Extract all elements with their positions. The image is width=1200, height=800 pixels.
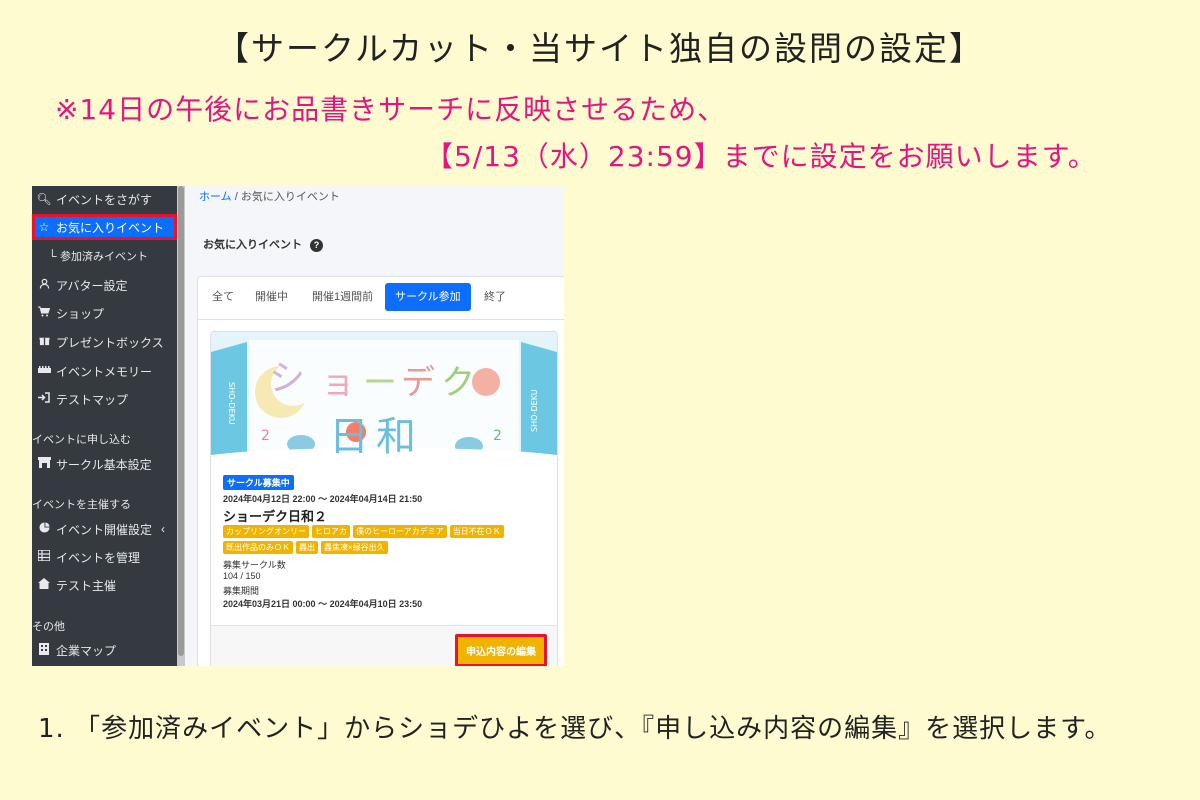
deadline-note-line1: ※14日の午後にお品書きサーチに反映させるため、 bbox=[55, 93, 727, 126]
svg-text:ク: ク bbox=[441, 363, 475, 403]
cart-icon bbox=[36, 306, 52, 320]
sidebar-scrollbar[interactable] bbox=[177, 186, 185, 666]
svg-text:2: 2 bbox=[493, 428, 502, 444]
sidebar-item-label: ショップ bbox=[56, 306, 105, 321]
tag-badge: 既出作品のみＯＫ bbox=[223, 541, 293, 554]
tab-ongoing[interactable]: 開催中 bbox=[245, 283, 298, 311]
sidebar: 🔍︎ イベントをさがす ☆ お気に入りイベント └ 参加済みイベント アバター設… bbox=[32, 186, 177, 666]
star-icon: ☆ bbox=[38, 220, 50, 234]
sidebar-item-label: お気に入りイベント bbox=[56, 220, 165, 235]
enter-icon bbox=[36, 392, 52, 406]
tab-circle-participation[interactable]: サークル参加 bbox=[385, 283, 471, 311]
sidebar-item-event-host-settings[interactable]: イベント開催設定 ‹ bbox=[32, 516, 177, 542]
scrollbar-thumb[interactable] bbox=[178, 186, 184, 656]
breadcrumb: ホーム / お気に入りイベント bbox=[199, 188, 340, 204]
page-title: お気に入りイベント? bbox=[203, 236, 323, 252]
event-title: ショーデク日和２ bbox=[223, 509, 328, 524]
svg-text:ョ: ョ bbox=[321, 363, 355, 403]
tag-badge: 僕のヒーローアカデミア bbox=[353, 525, 447, 538]
search-icon: 🔍︎ bbox=[36, 192, 52, 206]
sidebar-item-label: イベントをさがす bbox=[56, 192, 153, 207]
home-icon bbox=[36, 578, 52, 592]
deadline-note-line2: 【5/13（水）23:59】までに設定をお願いします。 bbox=[425, 140, 1097, 173]
svg-text:デ: デ bbox=[401, 363, 435, 403]
sidebar-item-label: テスト主催 bbox=[56, 578, 117, 593]
tag-badge: 轟出 bbox=[296, 541, 318, 554]
sidebar-item-test-map[interactable]: テストマップ bbox=[32, 386, 177, 412]
user-icon bbox=[36, 278, 52, 292]
sidebar-item-label: イベントメモリー bbox=[56, 364, 153, 379]
recruit-period-label: 募集期間 bbox=[223, 586, 260, 596]
sidebar-item-label: プレゼントボックス bbox=[56, 335, 164, 350]
sidebar-item-label: 企業マップ bbox=[56, 643, 117, 658]
svg-text:ー: ー bbox=[363, 363, 397, 403]
memory-icon bbox=[36, 364, 52, 378]
event-tabs: 全て 開催中 開催1週間前 サークル参加 終了 bbox=[198, 277, 564, 320]
sidebar-item-label: 参加済みイベント bbox=[60, 251, 148, 263]
breadcrumb-separator: / bbox=[234, 191, 238, 203]
sidebar-item-label: イベントを管理 bbox=[56, 550, 141, 565]
chevron-left-icon: ‹ bbox=[161, 522, 165, 536]
sidebar-item-circle-settings[interactable]: サークル基本設定 bbox=[32, 451, 177, 477]
breadcrumb-current: お気に入りイベント bbox=[240, 191, 340, 203]
sidebar-section-other: その他 bbox=[32, 621, 65, 633]
status-badge: サークル募集中 bbox=[223, 475, 294, 490]
svg-text:2: 2 bbox=[261, 428, 270, 444]
tag-badge: 当日不在ＯＫ bbox=[449, 525, 504, 538]
svg-text:和: 和 bbox=[376, 414, 416, 460]
tag-badge: ヒロアカ bbox=[312, 525, 350, 538]
sidebar-item-joined-events[interactable]: └ 参加済みイベント bbox=[32, 243, 177, 269]
sidebar-item-avatar-settings[interactable]: アバター設定 bbox=[32, 272, 177, 298]
sidebar-item-company-map[interactable]: 企業マップ bbox=[32, 637, 177, 663]
svg-text:SHO-DEKU: SHO-DEKU bbox=[227, 382, 236, 425]
tab-one-week-before[interactable]: 開催1週間前 bbox=[302, 283, 383, 311]
edit-application-button[interactable]: 申込内容の編集 bbox=[455, 634, 547, 666]
building-icon bbox=[36, 642, 52, 658]
recruit-period: 2024年03月21日 00:00 ～ 2024年04月10日 23:50 bbox=[223, 599, 423, 609]
sub-arrow-icon: └ bbox=[48, 249, 57, 263]
event-period: 2024年04月12日 22:00 ～ 2024年04月14日 21:50 bbox=[223, 494, 423, 504]
event-banner-image: シ ョ ー デ ク 日 和 2 2 SHO-DEKU SHO-DEKU bbox=[211, 332, 557, 465]
sidebar-item-label: イベント開催設定 bbox=[56, 522, 153, 537]
tag-badge: 轟焦凍×緑谷出久 bbox=[321, 541, 388, 554]
svg-text:SHO-DEKU: SHO-DEKU bbox=[530, 389, 539, 432]
help-icon[interactable]: ? bbox=[310, 238, 323, 252]
sidebar-section-apply: イベントに申し込む bbox=[32, 434, 131, 446]
main-content: ホーム / お気に入りイベント お気に入りイベント? 全て 開催中 開催1週間前… bbox=[185, 186, 564, 666]
store-icon bbox=[36, 457, 52, 471]
sidebar-item-manage-events[interactable]: イベントを管理 bbox=[32, 544, 177, 570]
instruction-text: 1. 「参加済みイベント」からショデひよを選び、『申し込み内容の編集』を選択しま… bbox=[38, 714, 1112, 744]
event-card-footer: 申込内容の編集 bbox=[211, 625, 557, 666]
tag-badge: カップリングオンリー bbox=[223, 525, 309, 538]
svg-text:日: 日 bbox=[329, 414, 369, 460]
screenshot-panel: 🔍︎ イベントをさがす ☆ お気に入りイベント └ 参加済みイベント アバター設… bbox=[32, 186, 564, 666]
gift-icon bbox=[36, 335, 52, 349]
event-card[interactable]: シ ョ ー デ ク 日 和 2 2 SHO-DEKU SHO-DEKU サークル… bbox=[210, 331, 558, 666]
sidebar-item-label: アバター設定 bbox=[56, 278, 128, 293]
sidebar-item-label: テストマップ bbox=[56, 392, 129, 407]
breadcrumb-home-link[interactable]: ホーム bbox=[199, 191, 232, 203]
svg-text:シ: シ bbox=[269, 358, 305, 399]
recruit-count: 104 / 150 bbox=[223, 571, 261, 581]
events-card: 全て 開催中 開催1週間前 サークル参加 終了 シ ョ ー デ ク 日 和 2 … bbox=[197, 276, 564, 666]
pie-icon bbox=[36, 522, 52, 536]
tab-finished[interactable]: 終了 bbox=[474, 283, 516, 311]
sidebar-item-search-events[interactable]: 🔍︎ イベントをさがす bbox=[32, 186, 177, 212]
list-icon bbox=[36, 549, 52, 564]
recruit-label: 募集サークル数 bbox=[223, 560, 286, 570]
event-tags: カップリングオンリー ヒロアカ 僕のヒーローアカデミア 当日不在ＯＫ 既出作品の… bbox=[223, 525, 553, 554]
sidebar-item-favorite-events[interactable]: ☆ お気に入りイベント bbox=[32, 214, 177, 240]
sidebar-item-shop[interactable]: ショップ bbox=[32, 300, 177, 326]
sidebar-section-host: イベントを主催する bbox=[32, 499, 131, 511]
page-title-text: お気に入りイベント bbox=[203, 239, 302, 251]
sidebar-item-event-memory[interactable]: イベントメモリー bbox=[32, 358, 177, 384]
sidebar-item-label: サークル基本設定 bbox=[56, 457, 152, 472]
tab-all[interactable]: 全て bbox=[202, 283, 244, 311]
page-title-heading: 【サークルカット・当サイト独自の設問の設定】 bbox=[215, 29, 985, 68]
sidebar-item-test-host[interactable]: テスト主催 bbox=[32, 572, 177, 598]
sidebar-item-present-box[interactable]: プレゼントボックス bbox=[32, 329, 177, 355]
